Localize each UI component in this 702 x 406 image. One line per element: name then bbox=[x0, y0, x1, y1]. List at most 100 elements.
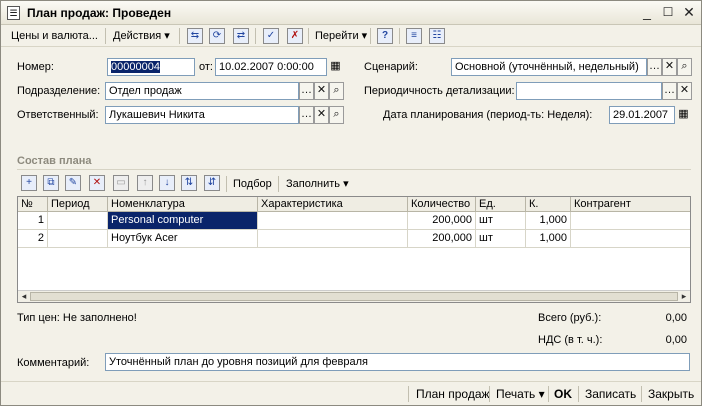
column-header-number[interactable]: № bbox=[18, 197, 48, 212]
division-field[interactable]: Отдел продаж bbox=[105, 82, 299, 100]
scenario-label: Сценарий: bbox=[364, 61, 418, 73]
footer-separator bbox=[641, 386, 642, 402]
minimize-button[interactable]: _ bbox=[639, 5, 655, 21]
row-quantity[interactable]: 200,000 bbox=[408, 230, 476, 247]
date-field[interactable]: 10.02.2007 0:00:00 bbox=[215, 58, 327, 76]
help-icon[interactable]: ? bbox=[377, 28, 393, 44]
select-items-button[interactable]: Подбор bbox=[231, 176, 274, 192]
row-quantity[interactable]: 200,000 bbox=[408, 212, 476, 229]
scroll-left-icon[interactable]: ◂ bbox=[18, 291, 30, 302]
comment-field[interactable]: Уточнённый план до уровня позиций для фе… bbox=[105, 353, 690, 371]
add-row-icon[interactable]: + bbox=[21, 175, 37, 191]
structure-icon[interactable]: ☷ bbox=[429, 28, 445, 44]
close-window-button[interactable]: ✕ bbox=[681, 5, 697, 21]
row-coefficient[interactable]: 1,000 bbox=[526, 230, 571, 247]
column-header-unit[interactable]: Ед. bbox=[476, 197, 526, 212]
plan-table: № Период Номенклатура Характеристика Кол… bbox=[17, 196, 691, 303]
post-document-icon[interactable]: ✓ bbox=[263, 28, 279, 44]
dropdown-arrow-icon: ▾ bbox=[538, 387, 545, 401]
ok-button[interactable]: OK bbox=[554, 386, 572, 402]
open-icon[interactable]: ⌕ bbox=[329, 82, 344, 100]
row-item[interactable]: Ноутбук Acer bbox=[108, 230, 258, 247]
row-number: 2 bbox=[18, 230, 48, 247]
move-up-icon[interactable]: ↑ bbox=[137, 175, 153, 191]
toolbar: Цены и валюта... Действия ▾ ⇆ ⟳ ⇄ ✓ ✗ Пе… bbox=[1, 25, 701, 47]
select-button[interactable]: … bbox=[299, 82, 314, 100]
column-header-counterparty[interactable]: Контрагент bbox=[571, 197, 690, 212]
scroll-right-icon[interactable]: ▸ bbox=[678, 291, 690, 302]
refresh-icon[interactable]: ⟳ bbox=[209, 28, 225, 44]
actions-menu[interactable]: Действия ▾ bbox=[111, 28, 172, 44]
select-button[interactable]: … bbox=[647, 58, 662, 76]
end-edit-icon[interactable]: ▭ bbox=[113, 175, 129, 191]
table-row[interactable]: 1 Personal computer 200,000 шт 1,000 bbox=[18, 212, 690, 230]
select-button[interactable]: … bbox=[662, 82, 677, 100]
close-button[interactable]: Закрыть bbox=[648, 386, 694, 402]
periodicity-field[interactable] bbox=[516, 82, 662, 100]
responsible-field[interactable]: Лукашевич Никита bbox=[105, 106, 299, 124]
list-view-icon[interactable]: ≡ bbox=[406, 28, 422, 44]
open-icon[interactable]: ⌕ bbox=[329, 106, 344, 124]
toolbar-separator bbox=[399, 28, 400, 44]
row-counterparty[interactable] bbox=[571, 212, 690, 229]
toolbar-separator bbox=[226, 176, 227, 192]
save-button[interactable]: Записать bbox=[585, 386, 636, 402]
column-header-quantity[interactable]: Количество bbox=[408, 197, 476, 212]
exchange-icon[interactable]: ⇆ bbox=[187, 28, 203, 44]
window-title: План продаж: Проведен bbox=[27, 6, 172, 20]
goto-menu[interactable]: Перейти ▾ bbox=[313, 28, 369, 44]
copy-row-icon[interactable]: ⧉ bbox=[43, 175, 59, 191]
planning-date-field[interactable]: 29.01.2007 bbox=[609, 106, 675, 124]
print-label: Печать bbox=[496, 387, 536, 401]
transfer-icon[interactable]: ⇄ bbox=[233, 28, 249, 44]
dropdown-arrow-icon: ▾ bbox=[343, 178, 349, 190]
move-down-icon[interactable]: ↓ bbox=[159, 175, 175, 191]
from-label: от: bbox=[199, 61, 213, 73]
fill-menu[interactable]: Заполнить ▾ bbox=[284, 176, 351, 192]
unpost-document-icon[interactable]: ✗ bbox=[287, 28, 303, 44]
clear-icon[interactable]: ✕ bbox=[677, 82, 692, 100]
row-counterparty[interactable] bbox=[571, 230, 690, 247]
comment-label: Комментарий: bbox=[17, 357, 90, 369]
scrollbar-thumb[interactable] bbox=[30, 292, 678, 301]
responsible-label: Ответственный: bbox=[17, 109, 99, 121]
calendar-icon[interactable]: ▦ bbox=[676, 106, 691, 124]
row-characteristic[interactable] bbox=[258, 230, 408, 247]
select-button[interactable]: … bbox=[299, 106, 314, 124]
number-field[interactable]: 00000004 bbox=[107, 58, 195, 76]
table-row[interactable]: 2 Ноутбук Acer 200,000 шт 1,000 bbox=[18, 230, 690, 248]
sort-ascending-icon[interactable]: ⇅ bbox=[181, 175, 197, 191]
column-header-coefficient[interactable]: К. bbox=[526, 197, 571, 212]
prices-currency-button[interactable]: Цены и валюта... bbox=[9, 28, 100, 44]
clear-icon[interactable]: ✕ bbox=[662, 58, 677, 76]
delete-row-icon[interactable]: ✕ bbox=[89, 175, 105, 191]
clear-icon[interactable]: ✕ bbox=[314, 82, 329, 100]
scenario-field[interactable]: Основной (уточнённый, недельный) bbox=[451, 58, 647, 76]
column-header-item[interactable]: Номенклатура bbox=[108, 197, 258, 212]
row-number: 1 bbox=[18, 212, 48, 229]
row-period[interactable] bbox=[48, 230, 108, 247]
row-characteristic[interactable] bbox=[258, 212, 408, 229]
maximize-button[interactable]: ☐ bbox=[660, 5, 676, 21]
sort-descending-icon[interactable]: ⇵ bbox=[204, 175, 220, 191]
row-unit[interactable]: шт bbox=[476, 230, 526, 247]
toolbar-separator bbox=[370, 28, 371, 44]
calendar-icon[interactable]: ▦ bbox=[328, 58, 343, 76]
row-unit[interactable]: шт bbox=[476, 212, 526, 229]
price-type-text: Тип цен: Не заполнено! bbox=[17, 312, 137, 324]
row-item[interactable]: Personal computer bbox=[108, 212, 258, 229]
open-icon[interactable]: ⌕ bbox=[677, 58, 692, 76]
title-bar: ☰ План продаж: Проведен _ ☐ ✕ bbox=[1, 1, 701, 25]
column-header-period[interactable]: Период bbox=[48, 197, 108, 212]
row-coefficient[interactable]: 1,000 bbox=[526, 212, 571, 229]
clear-icon[interactable]: ✕ bbox=[314, 106, 329, 124]
footer-separator bbox=[548, 386, 549, 402]
total-label: Всего (руб.): bbox=[538, 312, 602, 324]
plan-report-button[interactable]: План продаж bbox=[416, 386, 490, 402]
edit-row-icon[interactable]: ✎ bbox=[65, 175, 81, 191]
vat-label: НДС (в т. ч.): bbox=[538, 334, 603, 346]
horizontal-scrollbar[interactable]: ◂ ▸ bbox=[18, 290, 690, 302]
column-header-characteristic[interactable]: Характеристика bbox=[258, 197, 408, 212]
print-menu[interactable]: Печать ▾ bbox=[496, 386, 545, 402]
row-period[interactable] bbox=[48, 212, 108, 229]
